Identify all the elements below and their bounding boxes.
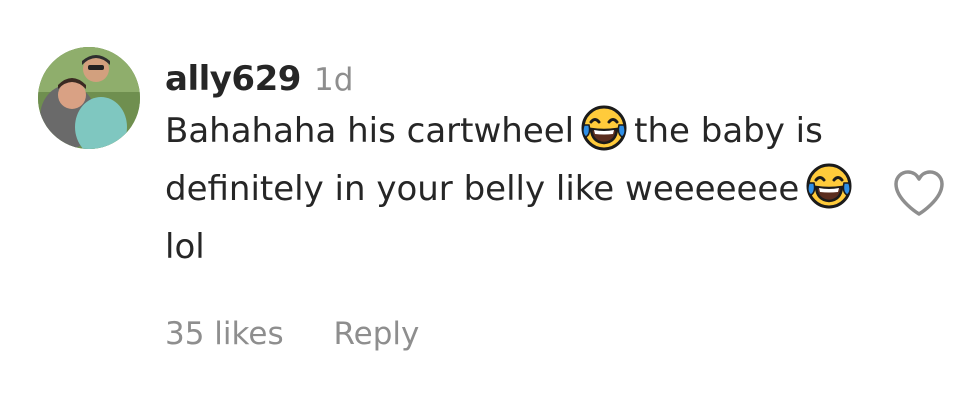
comment-actions: 35 likes Reply	[165, 312, 419, 356]
heart-outline-icon[interactable]	[892, 168, 946, 218]
comment: ally629 1d Bahahaha his cartwheel the ba…	[0, 0, 980, 400]
comment-text: Bahahaha his cartwheel the baby is defin…	[165, 102, 865, 276]
face-with-tears-of-joy-icon	[580, 104, 628, 152]
timestamp[interactable]: 1d	[314, 62, 353, 98]
comment-header: ally629 1d	[165, 54, 865, 104]
avatar-photo	[38, 47, 140, 149]
comment-body: ally629 1d Bahahaha his cartwheel the ba…	[165, 54, 865, 276]
face-with-tears-of-joy-icon	[805, 162, 853, 210]
username[interactable]: ally629	[165, 59, 301, 99]
likes-count[interactable]: 35 likes	[165, 316, 284, 352]
avatar[interactable]	[38, 47, 140, 149]
comment-text-part: Bahahaha his cartwheel	[165, 111, 575, 151]
reply-button[interactable]: Reply	[333, 316, 419, 352]
comment-text-part: lol	[165, 227, 205, 267]
